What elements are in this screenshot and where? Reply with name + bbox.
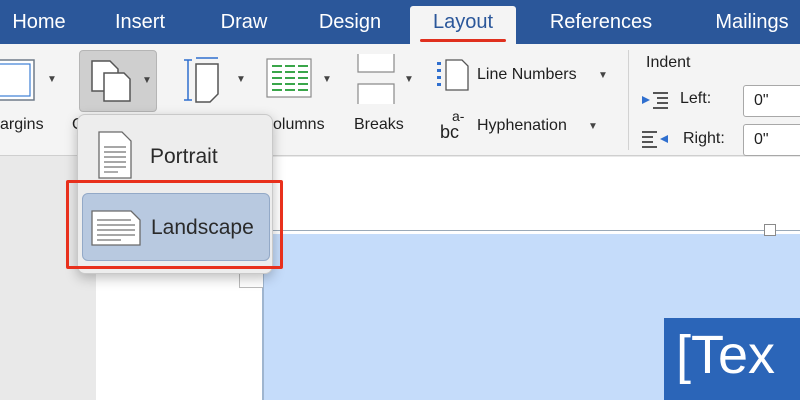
margins-icon[interactable] (0, 58, 40, 109)
size-caret-icon[interactable]: ▼ (236, 74, 246, 85)
menu-item-portrait[interactable]: Portrait (82, 123, 270, 191)
hyphenation-caret-icon[interactable]: ▼ (588, 121, 598, 132)
tab-references[interactable]: References (528, 6, 674, 44)
tab-layout-label: Layout (432, 11, 494, 33)
size-icon[interactable] (182, 56, 228, 109)
hyphenation-glyph-bottom: bc (440, 122, 460, 142)
portrait-page-icon (98, 131, 132, 179)
text-box[interactable]: [Tex (664, 318, 800, 400)
line-numbers-icon[interactable] (436, 58, 472, 97)
columns-label[interactable]: olumns (273, 116, 325, 134)
indent-title: Indent (646, 54, 691, 71)
ribbon-group-divider (628, 50, 629, 150)
line-numbers-label[interactable]: Line Numbers (477, 66, 577, 84)
columns-caret-icon[interactable]: ▼ (322, 74, 332, 85)
ribbon-tab-bar: Home Insert Draw Design Layout Reference… (0, 0, 800, 44)
tab-design[interactable]: Design (300, 6, 400, 44)
menu-item-landscape[interactable]: Landscape (82, 193, 270, 261)
menu-item-portrait-label: Portrait (150, 145, 218, 168)
active-tab-underline (420, 39, 506, 42)
tab-layout[interactable]: Layout (410, 6, 516, 44)
indent-left-label: Left: (680, 90, 712, 107)
tab-draw[interactable]: Draw (200, 6, 288, 44)
margins-caret-icon[interactable]: ▼ (47, 74, 57, 85)
margins-label[interactable]: argins (0, 116, 44, 134)
breaks-caret-icon[interactable]: ▼ (404, 74, 414, 85)
hyphenation-label[interactable]: Hyphenation (477, 117, 567, 135)
indent-right-input[interactable]: 0" (743, 124, 800, 156)
orientation-caret-icon: ▼ (142, 75, 152, 86)
tab-mailings[interactable]: Mailings (690, 6, 800, 44)
breaks-label[interactable]: Breaks (354, 116, 404, 134)
menu-item-landscape-label: Landscape (151, 216, 254, 239)
orientation-button[interactable]: ▼ (79, 50, 157, 112)
orientation-icon (91, 60, 131, 102)
orientation-dropdown: Portrait Landscape (77, 114, 273, 274)
page-margin-guide (262, 230, 800, 231)
breaks-icon[interactable] (356, 52, 396, 111)
text-box-content: [Tex (676, 325, 776, 385)
tab-insert[interactable]: Insert (92, 6, 188, 44)
indent-right-label: Right: (683, 130, 725, 147)
indent-left-icon (641, 90, 669, 115)
line-numbers-caret-icon[interactable]: ▼ (598, 70, 608, 81)
indent-left-input[interactable]: 0" (743, 85, 800, 117)
hyphenation-icon[interactable]: a- bc (440, 108, 472, 144)
resize-handle[interactable] (764, 224, 776, 236)
columns-icon[interactable] (266, 58, 312, 103)
tab-home[interactable]: Home (0, 6, 78, 44)
landscape-page-icon (91, 210, 141, 246)
indent-right-icon (641, 129, 669, 154)
